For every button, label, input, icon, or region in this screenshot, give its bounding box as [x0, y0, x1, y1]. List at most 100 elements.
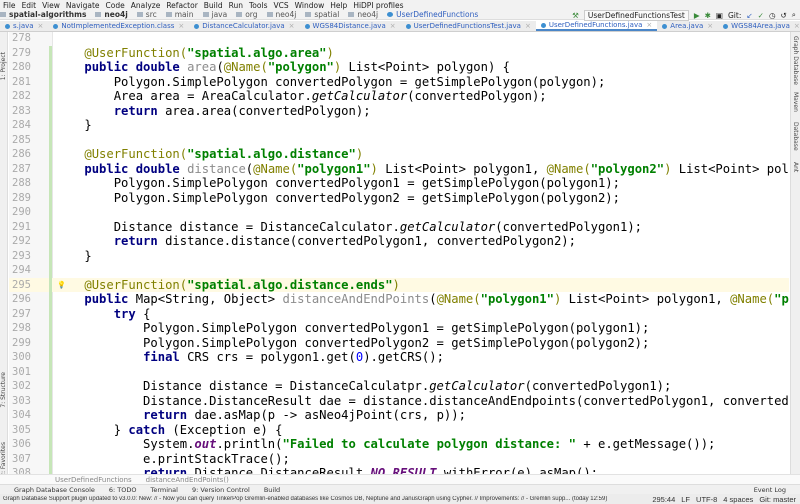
close-icon[interactable]: × — [646, 21, 652, 29]
menu-run[interactable]: Run — [229, 1, 243, 10]
menu-tools[interactable]: Tools — [249, 1, 267, 10]
run-config-select[interactable]: UserDefinedFunctionsTest — [583, 9, 689, 21]
menu-navigate[interactable]: Navigate — [66, 1, 100, 10]
close-icon[interactable]: × — [178, 22, 184, 30]
tool-window-terminal[interactable]: Terminal — [151, 486, 178, 494]
menu-view[interactable]: View — [42, 1, 60, 10]
code-line: 278 — [9, 32, 789, 46]
breadcrumb-item[interactable]: main — [165, 10, 194, 19]
editor-tabs: s.java × NotImplementedException.class × Dis… — [0, 21, 800, 32]
breadcrumb-item[interactable]: spatial — [305, 10, 339, 19]
line-number: 280 — [12, 61, 31, 73]
history-icon[interactable]: ◷ — [769, 11, 776, 20]
tool-7-structure[interactable]: 7: Structure — [0, 372, 7, 408]
code-token: "spatial.algo.distance" — [187, 147, 356, 161]
line-number: 289 — [12, 191, 31, 204]
search-icon[interactable]: ⌕ — [792, 10, 796, 20]
menu-code[interactable]: Code — [106, 1, 125, 10]
tab-wgs84area-java[interactable]: WGS84Area.java × — [718, 21, 800, 31]
caret-position[interactable]: 295:44 — [652, 495, 675, 504]
menu-file[interactable]: File — [3, 1, 16, 10]
tool-window-graph-database-console[interactable]: Graph Database Console — [14, 486, 95, 494]
tab-distancecalculator-java[interactable]: DistanceCalculator.java × — [189, 21, 299, 31]
menu-analyze[interactable]: Analyze — [131, 1, 161, 10]
close-icon[interactable]: × — [525, 22, 531, 30]
change-marker — [49, 60, 52, 75]
close-icon[interactable]: × — [390, 22, 396, 30]
folder-icon — [348, 12, 355, 17]
run-icon[interactable]: ▶ — [694, 11, 700, 20]
class-icon — [387, 12, 394, 17]
tool-maven[interactable]: Maven — [792, 92, 799, 112]
revert-icon[interactable]: ↺ — [781, 11, 787, 20]
line-number: 296 — [12, 293, 31, 305]
code-text: final CRS crs = polygon1.get(0).getCRS()… — [55, 350, 444, 365]
tool-2-favorites[interactable]: 2: Favorites — [0, 442, 7, 477]
code-token: area.area(convertedPolygon); — [165, 103, 371, 118]
folder-icon — [266, 12, 273, 17]
tab-notimplementedexception-class[interactable]: NotImplementedException.class × — [48, 21, 189, 31]
menu-vcs[interactable]: VCS — [273, 1, 288, 10]
code-token: final — [143, 350, 188, 364]
close-icon[interactable]: × — [38, 22, 44, 30]
crumb-class[interactable]: UserDefinedFunctions — [55, 476, 132, 484]
tool-ant[interactable]: Ant — [792, 162, 799, 172]
git-branch[interactable]: Git: master — [759, 495, 796, 504]
code-text: public double area(@Name("polygon") List… — [55, 60, 510, 75]
breadcrumb-item[interactable]: spatial-algorithms — [0, 10, 86, 19]
code-token: { — [143, 306, 151, 321]
code-line: 293 } — [9, 248, 789, 263]
encoding[interactable]: UTF-8 — [696, 495, 717, 504]
breadcrumb-item[interactable]: UserDefinedFunctions — [387, 10, 478, 19]
code-token: (Exception e) { — [172, 422, 283, 437]
tool-database[interactable]: Database — [792, 122, 799, 151]
breadcrumb-item[interactable]: neo4j — [266, 10, 296, 19]
breadcrumb-label: spatial — [314, 10, 340, 19]
indent[interactable]: 4 spaces — [723, 495, 753, 504]
tab-area-java[interactable]: Area.java × — [657, 21, 718, 31]
code-editor[interactable]: 278 279 @UserFunction("spatial.algo.area"… — [9, 32, 789, 474]
debug-icon[interactable]: ✱ — [705, 11, 711, 20]
tool-graph-database[interactable]: Graph Database — [792, 36, 799, 85]
tab-userdefinedfunctionstest-java[interactable]: UserDefinedFunctionsTest.java × — [401, 21, 536, 31]
tool-1-project[interactable]: 1: Project — [0, 52, 7, 80]
close-icon[interactable]: × — [794, 22, 800, 30]
coverage-icon[interactable]: ▣ — [716, 11, 723, 20]
crumb-method[interactable]: distanceAndEndPoints() — [146, 476, 229, 484]
menu-help[interactable]: Help — [330, 1, 347, 10]
code-line: 294 — [9, 263, 789, 278]
tab-wgs84distance-java[interactable]: WGS84Distance.java × — [300, 21, 401, 31]
git-update-icon[interactable]: ↙ — [746, 11, 752, 20]
tab-s-java[interactable]: s.java × — [0, 21, 48, 31]
line-number: 286 — [12, 148, 31, 160]
breadcrumb-item[interactable]: java — [202, 10, 228, 19]
tool-window-6-todo[interactable]: 6: TODO — [109, 486, 137, 494]
line-separator[interactable]: LF — [681, 495, 690, 504]
status-message[interactable]: Graph Database Support plugin updated to… — [3, 496, 644, 502]
tab-label: DistanceCalculator.java — [202, 22, 285, 30]
close-icon[interactable]: × — [289, 22, 295, 30]
change-marker — [49, 234, 52, 249]
breadcrumb-item[interactable]: src — [136, 10, 157, 19]
change-marker — [49, 306, 52, 321]
breadcrumb-item[interactable]: org — [236, 10, 258, 19]
breadcrumb-item[interactable]: neo4j — [348, 10, 378, 19]
menu-edit[interactable]: Edit — [22, 1, 37, 10]
git-commit-icon[interactable]: ✓ — [758, 11, 764, 20]
menu-hidpi-profiles[interactable]: HiDPI profiles — [353, 1, 403, 10]
menu-build[interactable]: Build — [204, 1, 223, 10]
close-icon[interactable]: × — [707, 22, 713, 30]
tool-window-build[interactable]: Build — [264, 486, 280, 494]
breadcrumb-label: neo4j — [357, 10, 379, 19]
breadcrumb-label: java — [211, 10, 228, 19]
tool-window-9-version-control[interactable]: 9: Version Control — [192, 486, 250, 494]
event-log-button[interactable]: Event Log — [754, 486, 786, 494]
menu-refactor[interactable]: Refactor — [166, 1, 197, 10]
breadcrumb-label: UserDefinedFunctions — [396, 10, 479, 19]
tab-userdefinedfunctions-java[interactable]: UserDefinedFunctions.java × — [535, 21, 658, 31]
tab-label: WGS84Distance.java — [312, 22, 386, 30]
editor-breadcrumb: UserDefinedFunctions distanceAndEndPoint… — [0, 474, 800, 484]
breadcrumb-item[interactable]: neo4j — [95, 10, 128, 19]
hammer-icon[interactable]: ⚒ — [572, 11, 579, 20]
menu-window[interactable]: Window — [295, 1, 325, 10]
